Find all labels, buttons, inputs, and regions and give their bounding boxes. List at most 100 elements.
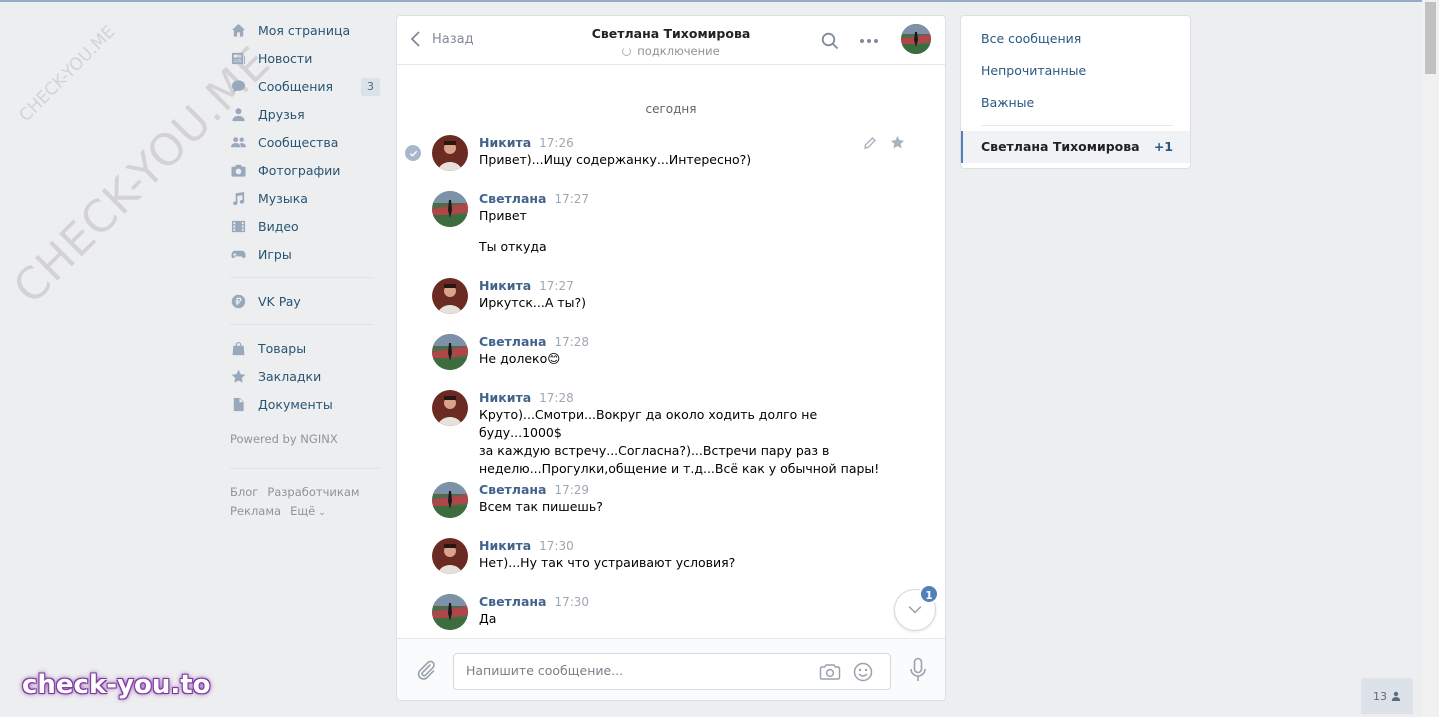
message-time[interactable]: 17:27 (539, 279, 574, 293)
filter-important[interactable]: Важные (981, 95, 1034, 110)
author-avatar-nikita[interactable] (432, 135, 468, 171)
footer-dev-link[interactable]: Разработчикам (267, 485, 359, 499)
star-icon (230, 368, 246, 384)
page-scrollbar[interactable] (1422, 0, 1439, 717)
author-avatar-svetlana[interactable] (432, 191, 468, 227)
filter-all-messages[interactable]: Все сообщения (981, 31, 1081, 46)
message-item: Никита 17:26 Привет)...Ищу содержанку...И… (432, 135, 902, 171)
message-text: Ты откуда (479, 239, 547, 254)
message-time[interactable]: 17:29 (554, 483, 589, 497)
nav-label: Сообщества (258, 134, 339, 150)
message-history[interactable]: сегодня Никита 17:26 Привет)...Ищу содерж… (397, 66, 945, 638)
message-text: Всем так пишешь? (479, 499, 603, 514)
filter-unread[interactable]: Непрочитанные (981, 63, 1086, 78)
news-icon (230, 50, 246, 66)
chat-peer-avatar[interactable] (901, 24, 931, 54)
nav-goods[interactable]: Товары (230, 334, 380, 362)
message-item: Никита 17:27 Иркутск...А ты?) (432, 278, 902, 314)
scrollbar-thumb[interactable] (1425, 2, 1436, 74)
author-avatar-nikita[interactable] (432, 278, 468, 314)
gamepad-icon (230, 246, 246, 262)
message-time[interactable]: 17:28 (554, 335, 589, 349)
author-avatar-nikita[interactable] (432, 390, 468, 426)
message-author[interactable]: Светлана (479, 594, 546, 609)
nav-label: Фотографии (258, 162, 341, 178)
nav-music[interactable]: Музыка (230, 184, 380, 212)
nav-label: Закладки (258, 368, 322, 384)
nav-divider (230, 324, 374, 325)
paperclip-icon[interactable] (415, 659, 437, 681)
message-composer (397, 638, 945, 700)
nav-photos[interactable]: Фотографии (230, 156, 380, 184)
author-avatar-svetlana[interactable] (432, 334, 468, 370)
footer-more-link[interactable]: Ещё ⌄ (290, 504, 326, 518)
nav-friends[interactable]: Друзья (230, 100, 380, 128)
message-item: Светлана 17:28 Не долеко😊 (432, 334, 902, 370)
message-time[interactable]: 17:28 (539, 391, 574, 405)
message-author[interactable]: Светлана (479, 191, 546, 206)
message-author[interactable]: Светлана (479, 482, 546, 497)
selected-check-icon[interactable] (405, 145, 421, 161)
message-author[interactable]: Никита (479, 135, 531, 150)
nav-documents[interactable]: Документы (230, 390, 380, 418)
camera-icon[interactable] (819, 662, 841, 682)
nav-divider (230, 277, 374, 278)
document-icon (230, 396, 246, 412)
microphone-icon[interactable] (908, 657, 928, 683)
messages-count-badge: 3 (361, 78, 380, 96)
nav-label: Музыка (258, 190, 308, 206)
nav-label: Новости (258, 50, 313, 66)
unread-count-badge: 1 (919, 584, 939, 604)
left-navigation: Моя страница Новости Сообщения 3 Друзья … (230, 16, 380, 523)
active-conversation-count: +1 (1153, 139, 1173, 154)
active-conversation-name: Светлана Тихомирова (981, 139, 1140, 154)
search-icon[interactable] (821, 32, 839, 50)
loading-spinner-icon (622, 46, 632, 56)
footer-blog-link[interactable]: Блог (230, 485, 258, 499)
groups-icon (230, 134, 246, 150)
message-item: Светлана 17:27 Привет Ты откуда (432, 191, 902, 256)
message-time[interactable]: 17:27 (554, 192, 589, 206)
emoji-icon[interactable] (853, 662, 873, 682)
message-time[interactable]: 17:30 (554, 595, 589, 609)
nav-messages[interactable]: Сообщения 3 (230, 72, 380, 100)
message-author[interactable]: Светлана (479, 334, 546, 349)
footer-links: Блог Разработчикам Реклама Ещё ⌄ (230, 483, 380, 523)
filters-divider (981, 125, 1173, 126)
bag-icon (230, 340, 246, 356)
nav-label: Игры (258, 246, 292, 262)
message-input-box[interactable] (453, 653, 891, 690)
camera-icon (230, 162, 246, 178)
message-time[interactable]: 17:26 (539, 136, 574, 150)
watermark-small: CHECK-YOU.ME (15, 22, 120, 126)
author-avatar-nikita[interactable] (432, 538, 468, 574)
nav-games[interactable]: Игры (230, 240, 380, 268)
message-author[interactable]: Никита (479, 390, 531, 405)
message-item: Светлана 17:29 Всем так пишешь? (432, 482, 902, 518)
nav-video[interactable]: Видео (230, 212, 380, 240)
active-conversation-item[interactable]: Светлана Тихомирова +1 (961, 131, 1190, 163)
message-time[interactable]: 17:30 (539, 539, 574, 553)
nav-label: Друзья (258, 106, 305, 122)
home-icon (230, 22, 246, 38)
author-avatar-svetlana[interactable] (432, 594, 468, 630)
nav-news[interactable]: Новости (230, 44, 380, 72)
chat-header: Назад Светлана Тихомирова подключение (397, 16, 945, 65)
nav-groups[interactable]: Сообщества (230, 128, 380, 156)
footer-ads-link[interactable]: Реклама (230, 504, 281, 518)
nav-vk-pay[interactable]: VK Pay (230, 287, 380, 315)
nav-label: Видео (258, 218, 299, 234)
online-friends-button[interactable]: 13 (1361, 678, 1413, 714)
author-avatar-svetlana[interactable] (432, 482, 468, 518)
chat-status-text: подключение (637, 44, 720, 58)
nav-my-page[interactable]: Моя страница (230, 16, 380, 44)
more-icon[interactable] (859, 32, 879, 50)
message-filters-panel: Все сообщения Непрочитанные Важные Светл… (960, 15, 1191, 169)
video-icon (230, 218, 246, 234)
message-input[interactable] (466, 663, 796, 678)
message-author[interactable]: Никита (479, 538, 531, 553)
ruble-icon (230, 293, 246, 309)
nav-bookmarks[interactable]: Закладки (230, 362, 380, 390)
nav-label: Моя страница (258, 22, 351, 38)
message-author[interactable]: Никита (479, 278, 531, 293)
